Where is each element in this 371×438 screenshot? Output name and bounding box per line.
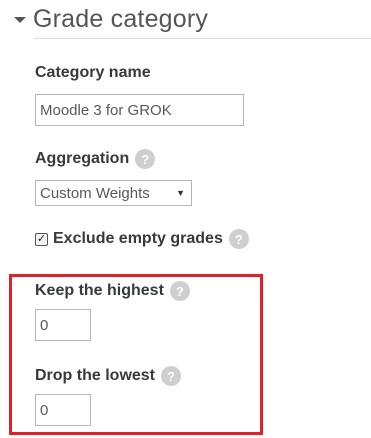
drop-lowest-label: Drop the lowest ? [35,366,182,386]
category-name-input[interactable] [35,94,244,126]
keep-highest-help-icon[interactable]: ? [169,281,190,301]
category-name-label: Category name [35,64,151,82]
aggregation-select[interactable]: Custom Weights ▼ [35,180,192,206]
keep-highest-label: Keep the highest ? [35,281,190,301]
exclude-empty-checkbox[interactable]: ✓ [35,232,48,246]
drop-lowest-help-icon[interactable]: ? [161,366,182,386]
section-title: Grade category [33,4,209,33]
collapse-caret-icon [14,16,26,23]
drop-lowest-input[interactable] [35,394,91,426]
dropdown-arrow-icon: ▼ [176,188,185,198]
keep-highest-label-text: Keep the highest [35,282,164,299]
section-toggle[interactable]: Grade category [14,2,208,36]
keep-highest-input[interactable] [35,309,91,341]
category-name-label-text: Category name [35,64,151,81]
aggregation-help-icon[interactable]: ? [135,149,156,169]
aggregation-label: Aggregation ? [35,149,156,169]
exclude-empty-label: Exclude empty grades [53,230,223,247]
drop-lowest-label-text: Drop the lowest [35,367,156,384]
checkmark-icon: ✓ [36,232,47,245]
aggregation-label-text: Aggregation [35,150,130,167]
exclude-empty-row: ✓ Exclude empty grades ? [35,227,249,251]
exclude-empty-help-icon[interactable]: ? [228,229,249,249]
aggregation-selected-value: Custom Weights [40,184,150,202]
header-divider [34,38,371,39]
